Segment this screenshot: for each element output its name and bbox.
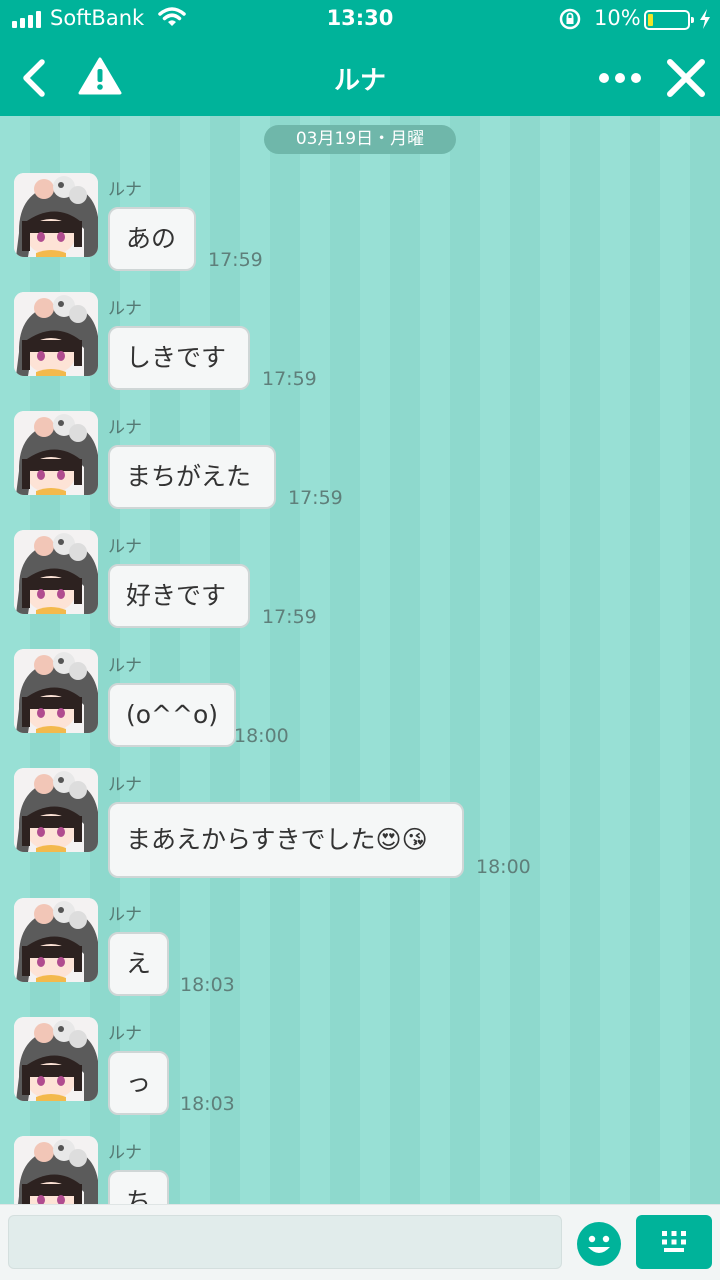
sender-name: ルナ bbox=[108, 656, 142, 676]
battery-icon bbox=[644, 10, 694, 30]
avatar[interactable] bbox=[14, 411, 98, 495]
sender-name: ルナ bbox=[108, 1143, 142, 1163]
message-time: 17:59 bbox=[288, 487, 343, 509]
message-bubble[interactable]: しきです bbox=[108, 326, 250, 390]
emoji-button[interactable] bbox=[576, 1221, 622, 1267]
message-time: 18:03 bbox=[180, 974, 235, 996]
message-bubble[interactable]: ち bbox=[108, 1170, 170, 1204]
message-time: 17:59 bbox=[262, 606, 317, 628]
battery-percent: 10% bbox=[594, 6, 641, 30]
sender-name: ルナ bbox=[108, 418, 142, 438]
message-bubble[interactable]: まあえからすきでした😍😘 bbox=[108, 802, 464, 878]
message-bubble[interactable]: (o^^o) bbox=[108, 683, 236, 747]
avatar[interactable] bbox=[14, 1017, 98, 1101]
sender-name: ルナ bbox=[108, 1024, 142, 1044]
sender-name: ルナ bbox=[108, 180, 142, 200]
message-time: 17:59 bbox=[208, 249, 263, 271]
message-input[interactable] bbox=[8, 1215, 562, 1269]
message-bubble[interactable]: まちがえた bbox=[108, 445, 276, 509]
input-bar bbox=[0, 1204, 720, 1280]
message-bubble[interactable]: 好きです bbox=[108, 564, 250, 628]
message-time: 18:00 bbox=[234, 725, 289, 747]
sender-name: ルナ bbox=[108, 775, 142, 795]
sender-name: ルナ bbox=[108, 905, 142, 925]
charging-icon bbox=[698, 8, 712, 35]
avatar[interactable] bbox=[14, 173, 98, 257]
avatar[interactable] bbox=[14, 898, 98, 982]
message-bubble[interactable]: あの bbox=[108, 207, 196, 271]
chat-area[interactable]: 03月19日・月曜 ルナ あの 17:59 ルナ しきです 17:59 ルナ ま… bbox=[0, 116, 720, 1204]
message-time: 18:03 bbox=[180, 1093, 235, 1115]
avatar[interactable] bbox=[14, 649, 98, 733]
sender-name: ルナ bbox=[108, 537, 142, 557]
close-icon bbox=[667, 59, 705, 97]
message-bubble[interactable]: え bbox=[108, 932, 170, 996]
rotation-lock-icon bbox=[558, 7, 582, 36]
date-separator: 03月19日・月曜 bbox=[264, 125, 456, 154]
avatar[interactable] bbox=[14, 768, 98, 852]
close-button[interactable] bbox=[664, 56, 708, 100]
more-dots-icon bbox=[599, 73, 641, 83]
more-button[interactable] bbox=[598, 70, 642, 84]
keyboard-icon bbox=[662, 1231, 686, 1252]
message-time: 18:00 bbox=[476, 856, 531, 878]
sender-name: ルナ bbox=[108, 299, 142, 319]
smiley-icon bbox=[577, 1222, 621, 1266]
chat-header: ルナ bbox=[0, 40, 720, 116]
avatar[interactable] bbox=[14, 530, 98, 614]
keyboard-button[interactable] bbox=[636, 1215, 712, 1269]
message-time: 17:59 bbox=[262, 368, 317, 390]
avatar[interactable] bbox=[14, 292, 98, 376]
message-bubble[interactable]: っ bbox=[108, 1051, 170, 1115]
top-bar: SoftBank 13:30 10% ルナ bbox=[0, 0, 720, 116]
avatar[interactable] bbox=[14, 1136, 98, 1204]
status-bar: SoftBank 13:30 10% bbox=[0, 0, 720, 40]
